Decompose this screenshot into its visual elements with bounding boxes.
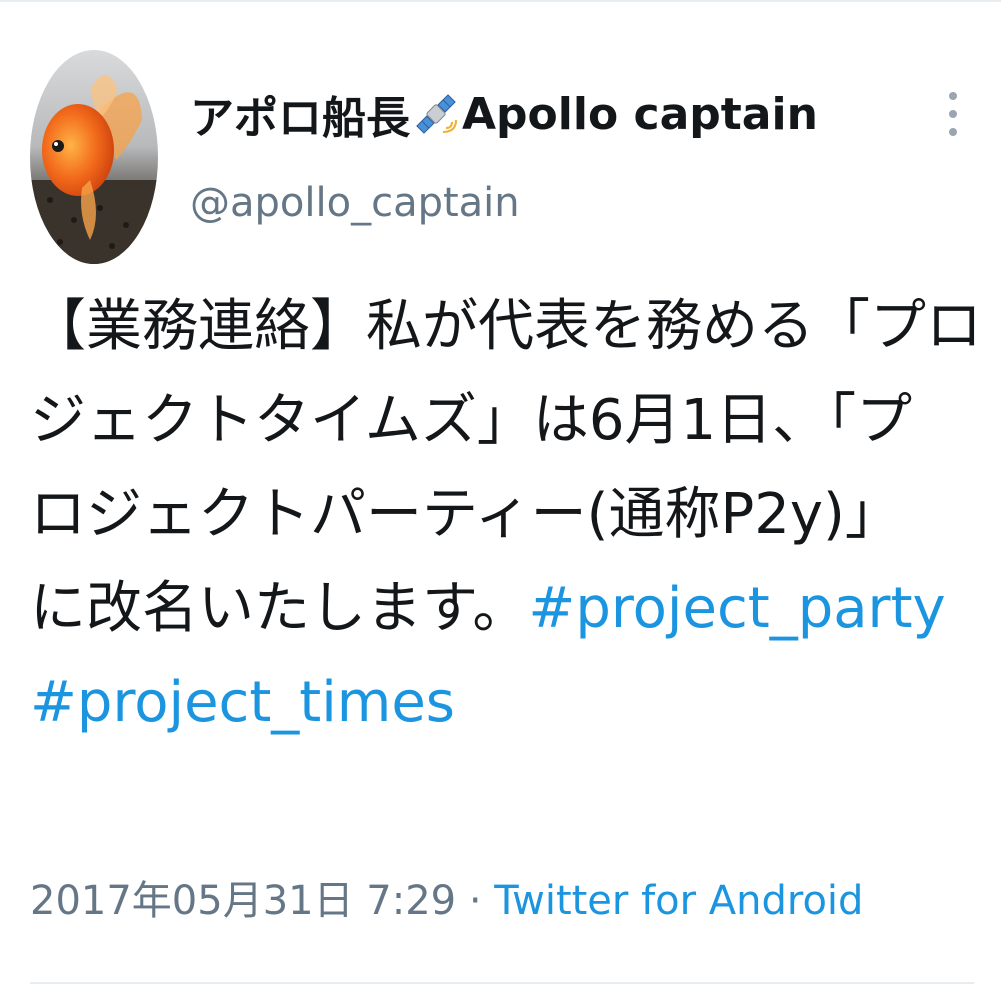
display-name-suffix: Apollo captain xyxy=(462,88,818,140)
tweet-card: アポロ船長 Apollo captain @apollo_captain 【業務… xyxy=(0,0,1001,1001)
tweet-text-line-5: #project_times xyxy=(30,656,980,750)
avatar[interactable] xyxy=(30,50,158,264)
tweet-text-line: ロジェクトパーティー(通称P2y)」 xyxy=(30,482,901,547)
tweet-meta: 2017年05月31日 7:29 · Twitter for Android xyxy=(30,868,863,926)
more-options-button[interactable] xyxy=(935,88,971,140)
tweet-text: 【業務連絡】私が代表を務める「プロ ジェクトタイムズ」は6月1日、「プ ロジェク… xyxy=(30,280,982,750)
user-handle[interactable]: @apollo_captain xyxy=(190,180,520,226)
hashtag-link-project-times[interactable]: #project_times xyxy=(30,670,455,735)
display-name[interactable]: アポロ船長 Apollo captain xyxy=(190,84,818,145)
tweet-text-line: 【業務連絡】私が代表を務める「プロ xyxy=(30,294,982,359)
divider xyxy=(30,982,974,984)
tweet-text-segment: に改名いたします。 xyxy=(30,576,529,641)
meta-separator: · xyxy=(468,878,482,924)
goldfish-avatar-icon xyxy=(30,50,158,264)
tweet-text-line: ジェクトタイムズ」は6月1日、「プ xyxy=(30,388,913,453)
satellite-icon xyxy=(412,90,460,138)
tweet-text-line-4: に改名いたします。#project_party xyxy=(30,562,980,656)
display-name-prefix: アポロ船長 xyxy=(190,93,410,144)
hashtag-link-project-party[interactable]: #project_party xyxy=(528,576,945,641)
more-vertical-icon xyxy=(949,92,957,136)
timestamp-link[interactable]: 2017年05月31日 7:29 xyxy=(30,878,456,924)
source-link[interactable]: Twitter for Android xyxy=(494,878,863,924)
